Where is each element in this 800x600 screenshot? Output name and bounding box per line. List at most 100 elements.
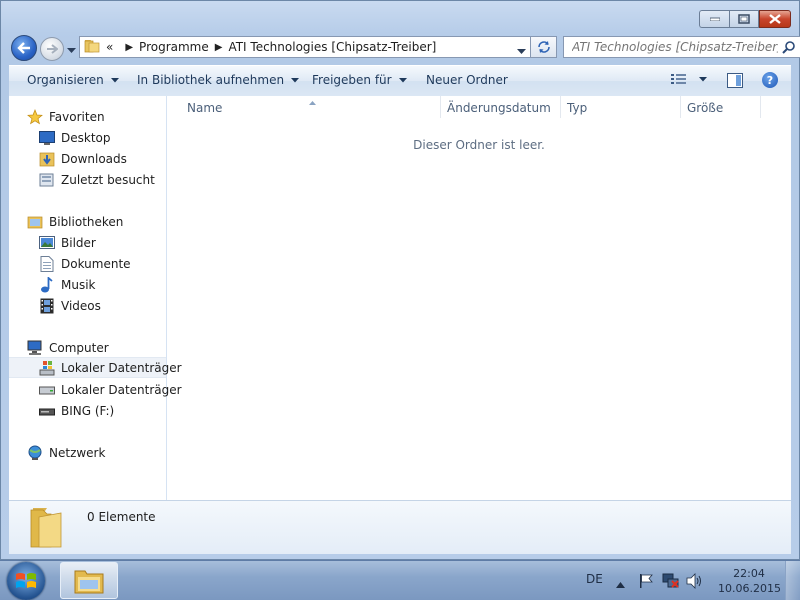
pictures-icon xyxy=(39,235,55,251)
sidebar-item-usb-drive[interactable]: BING (F:) xyxy=(39,400,114,421)
caption-buttons xyxy=(699,10,791,28)
folder-icon xyxy=(27,507,71,552)
show-hidden-icons[interactable] xyxy=(616,577,625,591)
chevron-down-icon xyxy=(398,77,407,82)
address-dropdown[interactable] xyxy=(517,44,526,58)
refresh-icon xyxy=(537,41,550,53)
chevron-up-icon xyxy=(616,582,625,588)
column-divider[interactable] xyxy=(680,96,681,118)
sidebar-item-videos[interactable]: Videos xyxy=(39,295,101,316)
sidebar-item-label: Zuletzt besucht xyxy=(61,172,155,187)
sidebar-item-music[interactable]: Musik xyxy=(39,274,96,295)
column-divider[interactable] xyxy=(560,96,561,118)
windows-drive-icon xyxy=(39,360,55,376)
close-icon xyxy=(769,14,781,24)
windows-logo-icon xyxy=(16,573,36,588)
forward-arrow-icon xyxy=(47,44,58,54)
sidebar-item-label: Bibliotheken xyxy=(49,214,124,229)
address-bar[interactable]: « ▶ Programme ▶ ATI Technologies [Chipsa… xyxy=(79,36,531,58)
sidebar-item-label: Bilder xyxy=(61,235,96,250)
sidebar-item-label: Downloads xyxy=(61,151,127,166)
show-desktop-button[interactable] xyxy=(785,561,800,600)
music-note-icon xyxy=(39,276,55,293)
usb-drive-icon xyxy=(39,403,55,419)
sidebar-item-computer[interactable]: Computer xyxy=(27,337,109,358)
sidebar-item-label: Musik xyxy=(61,277,96,292)
sidebar-item-recent-places[interactable]: Zuletzt besucht xyxy=(39,169,155,190)
recent-pages-dropdown[interactable] xyxy=(67,43,76,57)
sidebar-item-label: Dokumente xyxy=(61,256,131,271)
star-icon xyxy=(27,108,43,125)
volume-icon[interactable] xyxy=(686,573,702,592)
column-divider[interactable] xyxy=(760,96,761,118)
taskbar: DE 22:04 10.06.2015 xyxy=(0,560,800,600)
recent-places-icon xyxy=(39,172,55,188)
language-indicator[interactable]: DE xyxy=(586,572,603,586)
include-library-menu[interactable]: In Bibliothek aufnehmen xyxy=(137,73,300,87)
organize-menu[interactable]: Organisieren xyxy=(27,73,119,87)
share-label: Freigeben für xyxy=(312,73,392,87)
column-header-date-modified[interactable]: Änderungsdatum xyxy=(447,96,559,120)
search-box[interactable] xyxy=(563,36,800,58)
column-header-type[interactable]: Typ xyxy=(567,96,679,120)
sidebar-item-local-disk[interactable]: Lokaler Datenträger xyxy=(39,379,182,400)
network-status-icon[interactable] xyxy=(662,573,680,592)
forward-button[interactable] xyxy=(40,37,64,61)
breadcrumb-separator-icon[interactable]: ▶ xyxy=(125,42,133,53)
chevron-down-icon xyxy=(699,77,707,82)
sidebar-item-favorites[interactable]: Favoriten xyxy=(27,106,105,127)
search-input[interactable] xyxy=(572,40,778,54)
refresh-button[interactable] xyxy=(531,36,557,58)
taskbar-explorer-button[interactable] xyxy=(60,562,118,599)
sidebar-item-libraries[interactable]: Bibliotheken xyxy=(27,211,123,232)
action-center-flag-icon[interactable] xyxy=(638,573,654,592)
clock[interactable]: 22:04 10.06.2015 xyxy=(718,566,781,596)
sidebar-item-local-disk-system[interactable]: Lokaler Datenträger xyxy=(9,357,182,378)
minimize-icon xyxy=(709,17,720,21)
maximize-button[interactable] xyxy=(729,10,759,28)
empty-folder-message: Dieser Ordner ist leer. xyxy=(413,138,545,152)
sidebar-item-network[interactable]: Netzwerk xyxy=(27,442,105,463)
search-icon[interactable] xyxy=(782,40,796,57)
minimize-button[interactable] xyxy=(699,10,729,28)
sidebar-item-label: Lokaler Datenträger xyxy=(61,382,182,397)
sidebar-item-pictures[interactable]: Bilder xyxy=(39,232,96,253)
chevron-down-icon xyxy=(67,48,76,53)
column-divider[interactable] xyxy=(440,96,441,118)
change-view-button[interactable] xyxy=(671,73,707,86)
chevron-down-icon xyxy=(291,77,300,82)
close-button[interactable] xyxy=(759,10,791,28)
sidebar-item-downloads[interactable]: Downloads xyxy=(39,148,127,169)
column-header-size[interactable]: Größe xyxy=(687,96,759,120)
details-view-icon xyxy=(671,74,686,84)
start-button[interactable] xyxy=(7,562,45,600)
clock-date: 10.06.2015 xyxy=(718,582,781,595)
new-folder-button[interactable]: Neuer Ordner xyxy=(426,73,508,87)
sidebar-item-desktop[interactable]: Desktop xyxy=(39,127,111,148)
file-list: Name Änderungsdatum Typ Größe Dieser Ord… xyxy=(167,96,791,500)
back-button[interactable] xyxy=(11,35,37,61)
chevron-down-icon xyxy=(110,77,119,82)
content-area: Favoriten Desktop Downloads Zuletzt besu… xyxy=(9,96,791,500)
share-menu[interactable]: Freigeben für xyxy=(312,73,407,87)
network-icon xyxy=(27,445,43,461)
sidebar-item-label: Lokaler Datenträger xyxy=(61,360,182,375)
breadcrumb-programme[interactable]: Programme xyxy=(139,40,209,54)
documents-icon xyxy=(39,255,55,272)
organize-label: Organisieren xyxy=(27,73,104,87)
breadcrumb-overflow[interactable]: « xyxy=(106,40,113,54)
sidebar-item-label: Videos xyxy=(61,298,101,313)
preview-pane-button[interactable] xyxy=(727,73,743,91)
sidebar-item-documents[interactable]: Dokumente xyxy=(39,253,131,274)
column-header-name[interactable]: Name xyxy=(187,96,439,120)
hard-drive-icon xyxy=(39,382,55,398)
explorer-folder-icon xyxy=(74,570,104,593)
video-film-icon xyxy=(39,298,55,314)
breadcrumb-current-folder[interactable]: ATI Technologies [Chipsatz-Treiber] xyxy=(228,40,436,54)
clock-time: 22:04 xyxy=(733,567,765,580)
include-library-label: In Bibliothek aufnehmen xyxy=(137,73,285,87)
sidebar-item-label: BING (F:) xyxy=(61,403,115,418)
breadcrumb-separator-icon[interactable]: ▶ xyxy=(215,42,223,53)
maximize-icon xyxy=(738,14,750,24)
help-button[interactable]: ? xyxy=(762,72,778,88)
